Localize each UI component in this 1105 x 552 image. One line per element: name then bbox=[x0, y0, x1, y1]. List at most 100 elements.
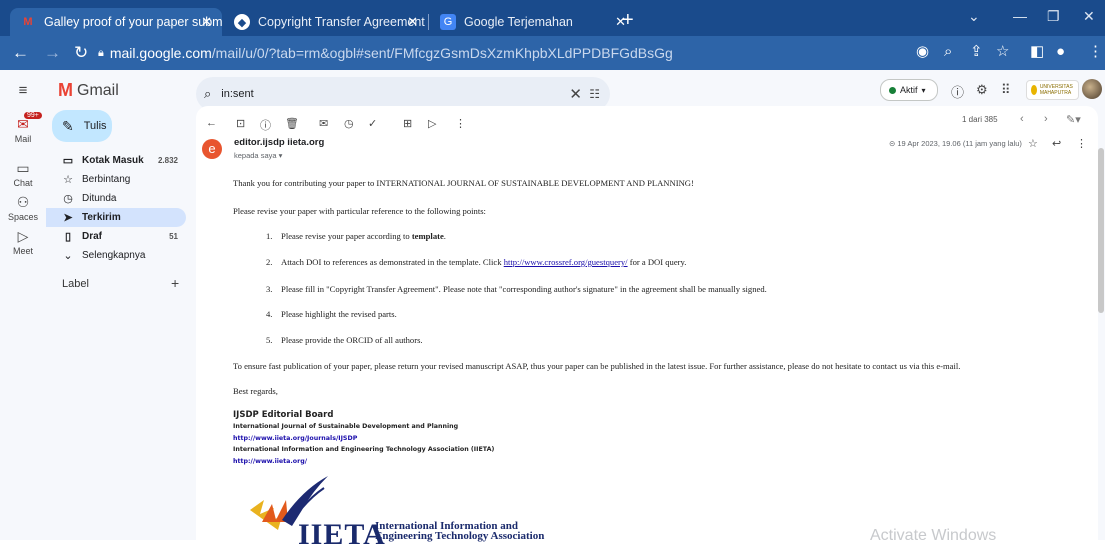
sidebar-item-snoozed[interactable]: ◷ Ditunda bbox=[46, 189, 186, 208]
rail-label: Meet bbox=[12, 246, 33, 256]
template-link[interactable]: template bbox=[412, 231, 444, 241]
search-options-icon[interactable]: ☷ bbox=[589, 87, 600, 101]
delete-icon[interactable]: 🗑︎ bbox=[285, 117, 299, 130]
report-spam-icon[interactable]: ⓘ bbox=[260, 117, 271, 133]
profile-avatar-icon[interactable]: ● bbox=[1056, 44, 1065, 60]
older-icon[interactable]: › bbox=[1044, 113, 1048, 125]
clear-search-icon[interactable]: ✕ bbox=[569, 85, 582, 103]
sidebar-item-starred[interactable]: ☆ Berbintang bbox=[46, 170, 186, 189]
mark-unread-icon[interactable]: ✉ bbox=[319, 117, 328, 130]
activation-watermark: Activate Windows bbox=[870, 527, 997, 544]
recipient-line[interactable]: kepada saya ▾ bbox=[234, 151, 282, 160]
tab-copyright[interactable]: ◆ Copyright Transfer Agreement ✕ bbox=[224, 8, 428, 36]
close-tab-icon[interactable]: ✕ bbox=[407, 14, 418, 30]
sig-link-site[interactable]: http://www.iieta.org/ bbox=[233, 458, 307, 465]
tab-translate[interactable]: G Google Terjemahan ✕ bbox=[430, 8, 636, 36]
chevron-down-icon: ⌄ bbox=[63, 250, 73, 262]
sidebar-item-sent[interactable]: ➤ Terkirim bbox=[46, 208, 186, 227]
list-text: Please highlight the revised parts. bbox=[281, 309, 397, 319]
crossref-link[interactable]: http://www.crossref.org/guestquery/ bbox=[504, 257, 628, 267]
tab-label: Copyright Transfer Agreement bbox=[258, 15, 425, 29]
body-revise: Please revise your paper with particular… bbox=[233, 206, 486, 216]
bookmark-star-icon[interactable]: ☆ bbox=[996, 44, 1009, 60]
settings-icon[interactable]: ⚙ bbox=[976, 82, 988, 98]
status-dropdown[interactable]: Aktif ▾ bbox=[880, 79, 938, 101]
date-text: 19 Apr 2023, 19.06 (11 jam yang lalu) bbox=[897, 139, 1022, 148]
eye-icon[interactable]: ◉ bbox=[916, 44, 929, 60]
label-icon[interactable]: ▷ bbox=[428, 117, 436, 130]
sidepanel-icon[interactable]: ◧ bbox=[1030, 44, 1044, 60]
avatar[interactable] bbox=[1082, 79, 1102, 99]
apps-grid-icon[interactable]: ⠿ bbox=[1001, 82, 1011, 98]
status-dot-icon bbox=[889, 86, 896, 94]
gmail-logo[interactable]: M Gmail bbox=[58, 80, 119, 101]
app-rail: ≡ ✉ Mail 99+ ▭ Chat ⚇ Spaces ▷ Meet bbox=[0, 70, 46, 540]
tab-galley-proof[interactable]: M Galley proof of your paper subm ✕ bbox=[10, 8, 222, 36]
sidebar-item-label: Ditunda bbox=[82, 193, 117, 204]
forward-icon[interactable]: → bbox=[44, 44, 61, 62]
search-input[interactable]: in:sent bbox=[221, 88, 253, 100]
sender-name[interactable]: editor.ijsdp iieta.org bbox=[234, 137, 324, 148]
translate-favicon-icon: G bbox=[440, 14, 456, 30]
site-link[interactable]: http://www.iieta.org/ bbox=[233, 458, 307, 465]
newer-icon[interactable]: ‹ bbox=[1020, 113, 1024, 125]
restore-icon[interactable]: ❐ bbox=[1047, 8, 1060, 25]
journal-link[interactable]: http://www.iieta.org/Journals/IJSDP bbox=[233, 435, 357, 442]
sidebar-item-label: Terkirim bbox=[82, 212, 121, 223]
rail-mail[interactable]: ✉ Mail 99+ bbox=[0, 112, 46, 144]
list-item: 2. Attach DOI to references as demonstra… bbox=[266, 257, 686, 267]
minimize-icon[interactable]: — bbox=[1013, 8, 1027, 24]
help-icon[interactable]: ⓘ bbox=[951, 82, 964, 101]
sidebar-item-label: Kotak Masuk bbox=[82, 155, 144, 166]
sidebar-item-more[interactable]: ⌄ Selengkapnya bbox=[46, 246, 186, 265]
zoom-icon[interactable]: ⌕ bbox=[944, 44, 952, 60]
scrollbar-thumb[interactable] bbox=[1098, 148, 1104, 313]
browser-menu-icon[interactable]: ⋮ bbox=[1088, 44, 1103, 60]
iieta-wordmark: IIETA bbox=[298, 518, 386, 551]
star-icon[interactable]: ☆ bbox=[1028, 137, 1038, 150]
sig-board: IJSDP Editorial Board bbox=[233, 410, 334, 420]
reload-icon[interactable]: ↻ bbox=[74, 44, 88, 62]
list-number: 4. bbox=[266, 309, 273, 319]
address-bar-row: ← → ↻ 🔒︎ mail.google.com/mail/u/0/?tab=r… bbox=[0, 36, 1105, 70]
gmail-m-icon: M bbox=[58, 80, 73, 100]
url-field[interactable]: 🔒︎ mail.google.com/mail/u/0/?tab=rm&ogbl… bbox=[98, 40, 910, 66]
url-path: /mail/u/0/?tab=rm&ogbl#sent/FMfcgzGsmDsX… bbox=[211, 45, 673, 61]
list-text-end: . bbox=[443, 231, 446, 241]
send-icon: ➤ bbox=[63, 212, 73, 224]
more-options-icon[interactable]: ⋮ bbox=[455, 117, 466, 130]
list-item: 3. Please fill in "Copyright Transfer Ag… bbox=[266, 284, 767, 294]
sidebar-item-inbox[interactable]: ▭ Kotak Masuk 2.832 bbox=[46, 151, 186, 170]
archive-icon[interactable]: ⊡ bbox=[236, 117, 245, 130]
share-icon[interactable]: ⇪ bbox=[970, 44, 983, 60]
compose-button[interactable]: ✎ Tulis bbox=[52, 110, 112, 142]
add-task-icon[interactable]: ✓ bbox=[368, 117, 377, 130]
rail-chat[interactable]: ▭ Chat bbox=[0, 160, 46, 188]
rail-label: Mail bbox=[14, 134, 32, 144]
rail-label: Spaces bbox=[7, 212, 39, 222]
back-arrow-icon[interactable]: ← bbox=[206, 117, 217, 129]
reply-icon[interactable]: ↩ bbox=[1052, 137, 1061, 150]
more-options-icon[interactable]: ⋮ bbox=[1076, 137, 1087, 150]
new-tab-icon[interactable]: + bbox=[622, 10, 634, 30]
list-number: 2. bbox=[266, 257, 273, 267]
close-window-icon[interactable]: ✕ bbox=[1083, 8, 1095, 25]
rail-meet[interactable]: ▷ Meet bbox=[0, 228, 46, 256]
sig-link-journal[interactable]: http://www.iieta.org/Journals/IJSDP bbox=[233, 435, 357, 442]
sender-avatar: e bbox=[202, 139, 222, 159]
gmail-favicon-icon: M bbox=[23, 16, 33, 28]
add-label-icon[interactable]: + bbox=[171, 275, 179, 291]
move-to-icon[interactable]: ⊞ bbox=[403, 117, 412, 130]
tab-search-icon[interactable]: ⌄ bbox=[968, 8, 980, 25]
search-icon[interactable]: ⌕ bbox=[204, 86, 211, 102]
hamburger-menu-icon[interactable]: ≡ bbox=[0, 82, 46, 99]
close-tab-icon[interactable]: ✕ bbox=[201, 14, 212, 30]
sidebar-item-drafts[interactable]: ▯ Draf 51 bbox=[46, 227, 186, 246]
tab-label: Google Terjemahan bbox=[464, 15, 573, 29]
sig-journal: International Journal of Sustainable Dev… bbox=[233, 423, 459, 430]
snooze-icon[interactable]: ◷ bbox=[344, 117, 354, 130]
back-icon[interactable]: ← bbox=[12, 44, 29, 62]
input-tools-icon[interactable]: ✎▾ bbox=[1066, 113, 1081, 126]
list-text: Please provide the ORCID of all authors. bbox=[281, 335, 423, 345]
rail-spaces[interactable]: ⚇ Spaces bbox=[0, 194, 46, 222]
